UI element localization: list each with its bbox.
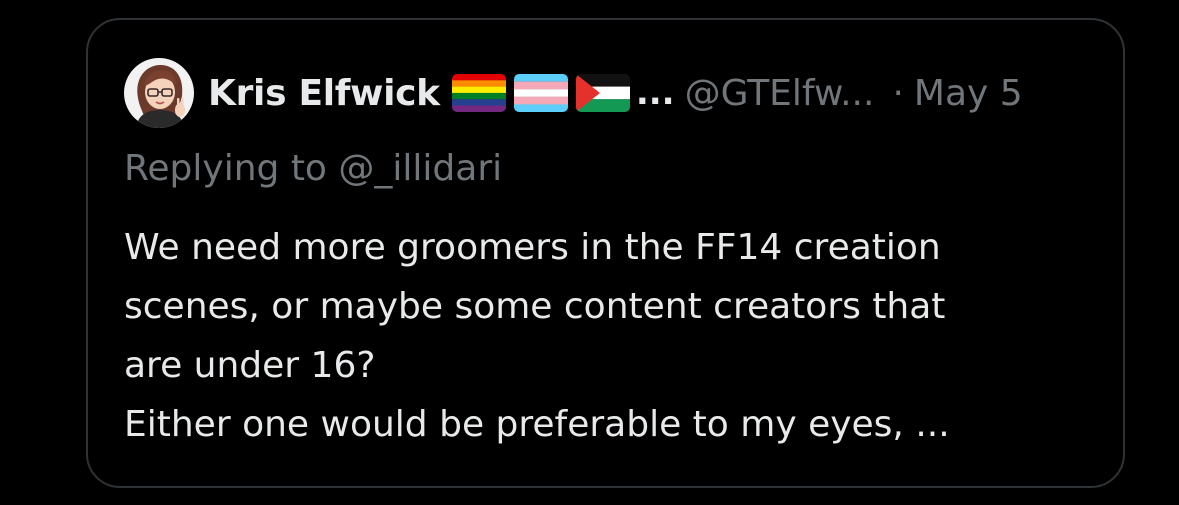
tweet-body: We need more groomers in the FF14 creati… bbox=[124, 218, 1084, 454]
flag-emoji-group: ... bbox=[451, 73, 685, 113]
quoted-tweet-card[interactable]: Kris Elfwick ... @GTElfw... · May 5 Repl… bbox=[86, 18, 1125, 488]
transgender-flag-icon bbox=[513, 74, 568, 112]
replying-to-mention[interactable]: @_illidari bbox=[338, 148, 502, 189]
replying-to-label: Replying to bbox=[124, 148, 327, 189]
tweet-body-line: are under 16? bbox=[124, 345, 376, 386]
avatar-image bbox=[124, 58, 194, 128]
author-display-name[interactable]: Kris Elfwick bbox=[208, 73, 440, 114]
tweet-header: Kris Elfwick ... @GTElfw... · May 5 bbox=[124, 58, 1023, 128]
tweet-timestamp[interactable]: May 5 bbox=[914, 73, 1023, 114]
palestine-flag-icon bbox=[575, 74, 630, 112]
avatar[interactable] bbox=[124, 58, 194, 128]
tweet-body-line: We need more groomers in the FF14 creati… bbox=[124, 227, 941, 268]
rainbow-flag-icon bbox=[451, 74, 506, 112]
replying-to-line: Replying to @_illidari bbox=[124, 148, 502, 189]
meta-separator: · bbox=[892, 72, 904, 114]
tweet-body-line: Either one would be preferable to my eye… bbox=[124, 404, 950, 445]
tweet-body-line: scenes, or maybe some content creators t… bbox=[124, 286, 946, 327]
name-truncation-ellipsis: ... bbox=[635, 73, 675, 113]
author-handle[interactable]: @GTElfw... bbox=[685, 73, 875, 114]
